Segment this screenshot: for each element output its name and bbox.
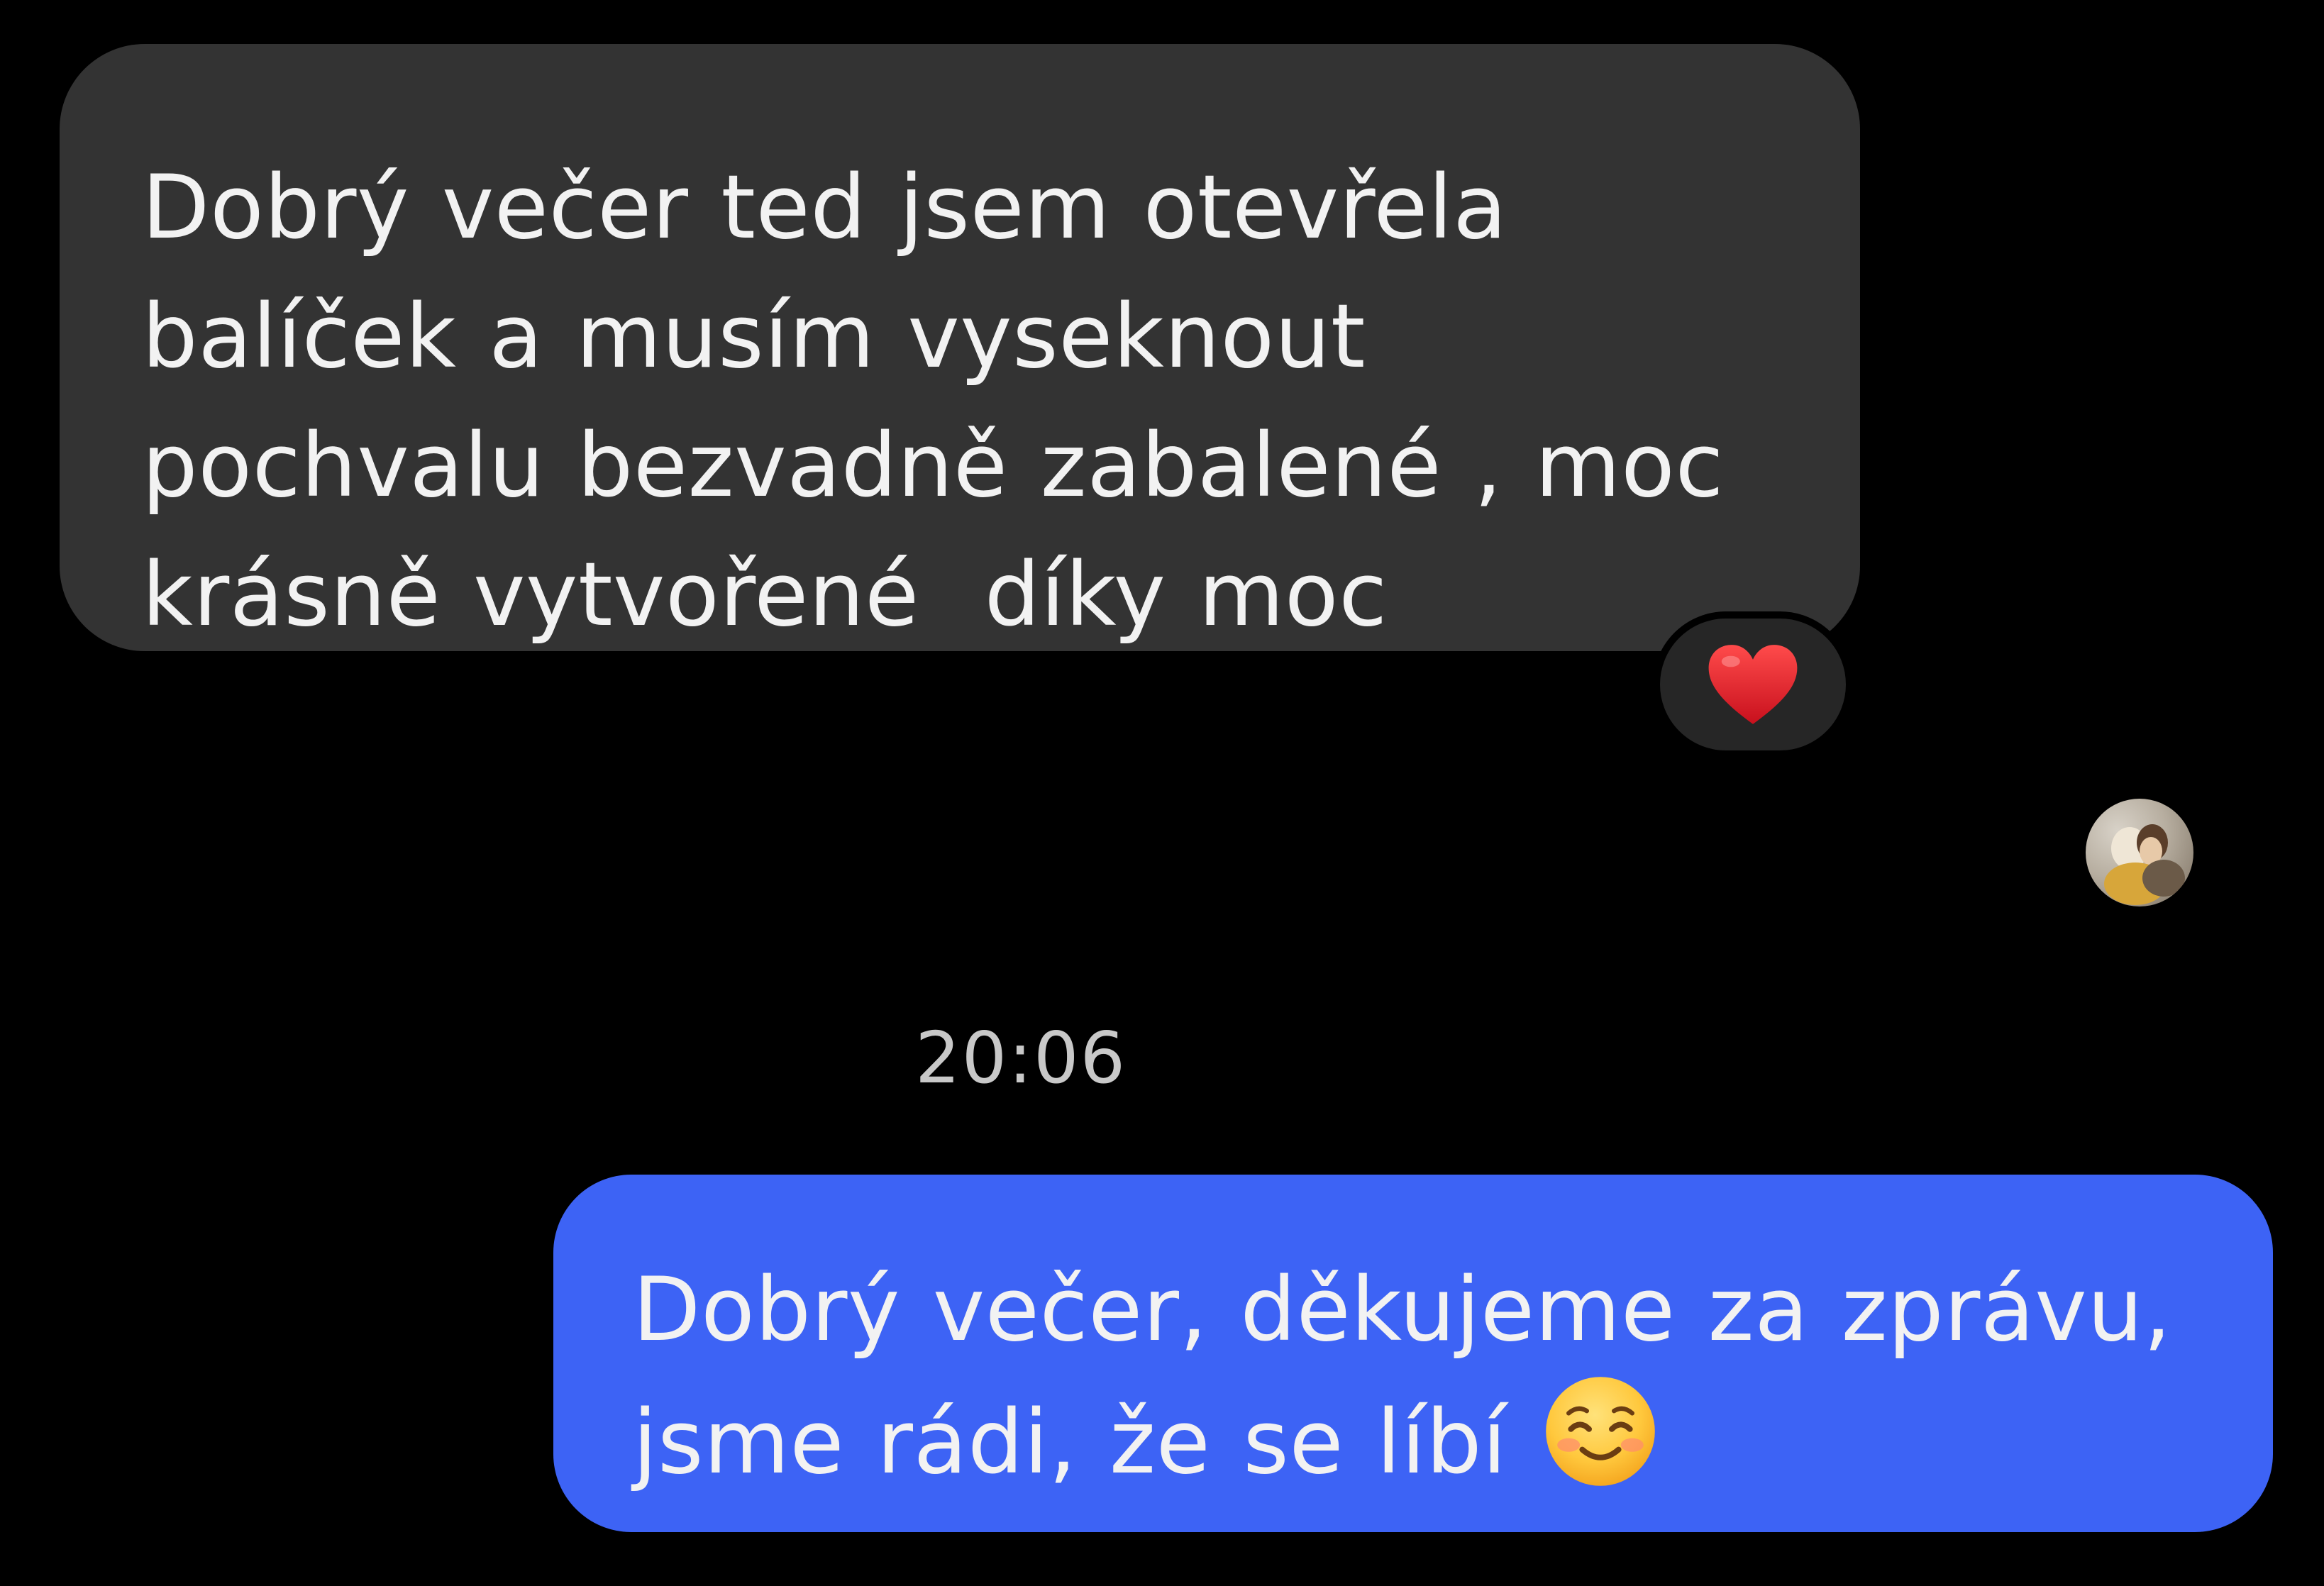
message-timestamp: 20:06 xyxy=(915,1016,1127,1099)
smiling-face-icon xyxy=(1544,1375,1657,1488)
incoming-message-line-4: krásně vytvořené díky moc xyxy=(142,544,1388,646)
outgoing-message-line-2-text: jsme rádi, že se líbí xyxy=(633,1392,1507,1494)
incoming-message-line-1: Dobrý večer ted jsem otevřela xyxy=(142,157,1507,259)
profile-photo-icon xyxy=(2104,824,2185,905)
incoming-message-line-2: balíček a musím vyseknout xyxy=(142,286,1366,388)
outgoing-message-bubble[interactable]: Dobrý večer, děkujeme za zprávu, jsme rá… xyxy=(553,1175,2273,1532)
avatar[interactable] xyxy=(2086,799,2193,906)
incoming-message-line-3: pochvalu bezvadně zabalené , moc xyxy=(142,415,1725,517)
heart-icon xyxy=(1708,645,1798,724)
outgoing-message-line-2: jsme rádi, že se líbí xyxy=(633,1375,2230,1507)
outgoing-message-line-1: Dobrý večer, děkujeme za zprávu, xyxy=(633,1259,2172,1361)
chat-thread: Dobrý večer ted jsem otevřela balíček a … xyxy=(0,0,2324,1586)
message-reaction[interactable] xyxy=(1653,611,1853,758)
incoming-message-bubble[interactable]: Dobrý večer ted jsem otevřela balíček a … xyxy=(60,44,1860,651)
